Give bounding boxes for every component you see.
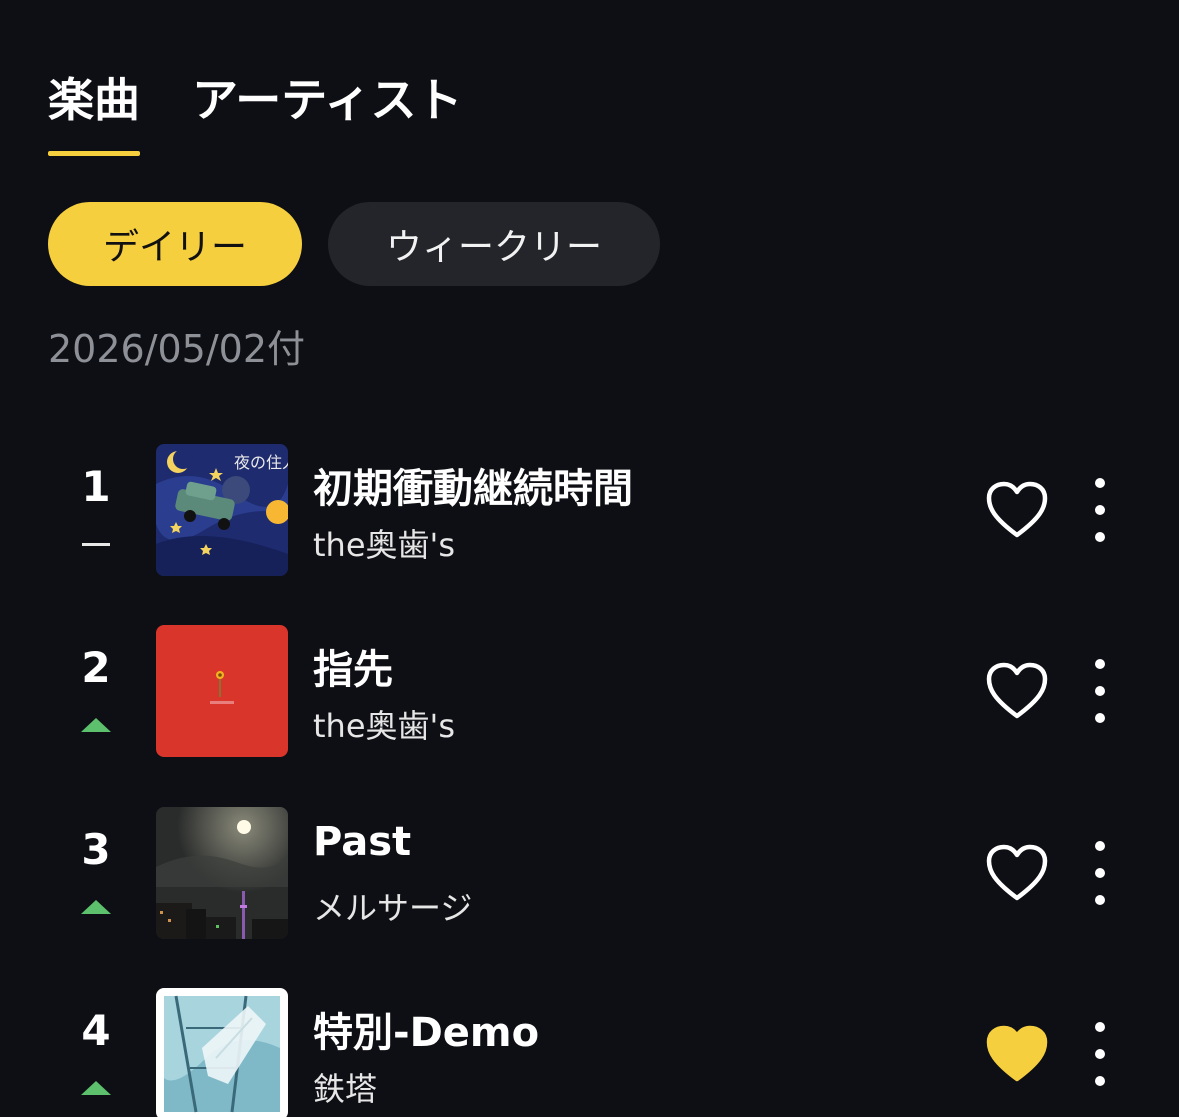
heart-outline-icon[interactable]	[984, 661, 1050, 721]
daily-filter-button[interactable]: デイリー	[48, 202, 302, 286]
song-title[interactable]: 指先	[313, 637, 393, 695]
night-moon-city-photo[interactable]	[156, 807, 288, 939]
song-title[interactable]: Past	[313, 819, 411, 865]
chart-date: 2026/05/02付	[48, 327, 306, 371]
red-sunflower-artwork[interactable]	[156, 625, 288, 757]
artist-name[interactable]: メルサージ	[313, 883, 472, 929]
heart-outline-icon[interactable]	[984, 480, 1050, 540]
night-sky-car-artwork[interactable]: 夜の住人	[156, 444, 288, 576]
ranking-row[interactable]: 4 特別-Demo 鉄塔	[0, 988, 1179, 1117]
artist-name[interactable]: the奥歯's	[313, 701, 455, 747]
rank-number: 2	[81, 643, 111, 692]
heart-outline-icon[interactable]	[984, 843, 1050, 903]
song-title[interactable]: 特別-Demo	[313, 1000, 539, 1058]
tab-artists[interactable]: アーティスト	[192, 70, 462, 156]
trend-up-icon	[76, 1078, 116, 1098]
rank-number: 3	[81, 825, 111, 874]
steel-tower-photo[interactable]	[156, 988, 288, 1117]
rank-number: 1	[81, 462, 111, 511]
more-options-icon[interactable]	[1084, 472, 1116, 548]
more-options-icon[interactable]	[1084, 1016, 1116, 1092]
artist-name[interactable]: the奥歯's	[313, 520, 455, 566]
rank-number: 4	[81, 1006, 111, 1055]
artist-name[interactable]: 鉄塔	[313, 1064, 377, 1110]
trend-unchanged-icon	[76, 534, 116, 554]
more-options-icon[interactable]	[1084, 835, 1116, 911]
song-title[interactable]: 初期衝動継続時間	[313, 456, 633, 514]
period-filter: デイリー ウィークリー	[48, 202, 660, 286]
weekly-filter-button[interactable]: ウィークリー	[328, 202, 660, 286]
more-options-icon[interactable]	[1084, 653, 1116, 729]
trend-up-icon	[76, 715, 116, 735]
ranking-row[interactable]: 1 夜の住人 初期衝動継続時間 the奥歯's	[0, 444, 1179, 576]
ranking-row[interactable]: 2 指先 the奥歯's	[0, 625, 1179, 757]
ranking-row[interactable]: 3 Past メルサージ	[0, 807, 1179, 939]
trend-up-icon	[76, 897, 116, 917]
heart-filled-icon[interactable]	[984, 1024, 1050, 1084]
svg-text:夜の住人: 夜の住人	[234, 453, 288, 472]
tab-songs[interactable]: 楽曲	[48, 70, 140, 156]
chart-tabs: 楽曲 アーティスト	[48, 70, 462, 156]
